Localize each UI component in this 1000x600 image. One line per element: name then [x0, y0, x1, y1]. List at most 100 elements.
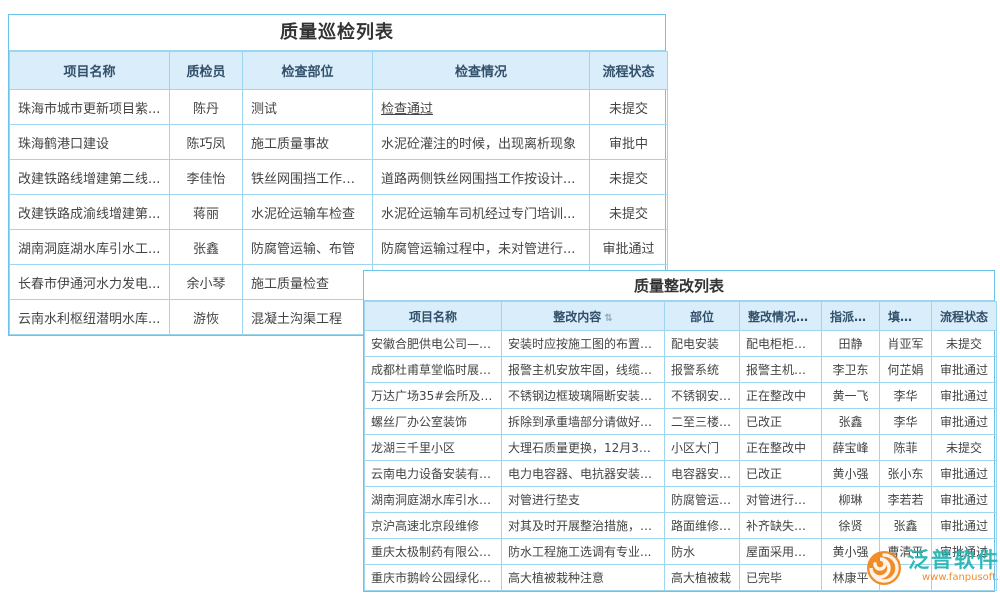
header-rectification-content[interactable]: 整改内容⇅ [502, 302, 665, 331]
reporter-name-link[interactable]: 张小东 [880, 461, 932, 487]
inspection-list-title: 质量巡检列表 [9, 15, 665, 51]
rectification-content-cell: 对其及时开展整治措施，桥头... [502, 513, 665, 539]
project-name-link[interactable]: 螺丝厂办公室装饰 [365, 409, 502, 435]
rectification-content-cell: 报警主机安放牢固，线缆连接... [502, 357, 665, 383]
feedback-cell: 配电柜柜体与... [740, 331, 822, 357]
brand-name: 泛普软件 [908, 548, 1000, 572]
status-text: 审批通过 [932, 487, 997, 513]
assignee-name-link[interactable]: 黄小强 [822, 461, 880, 487]
header-feedback: 整改情况反馈 [740, 302, 822, 331]
inspector-name-link[interactable]: 李佳怡 [170, 160, 243, 195]
rectification-content-cell: 安装时应按施工图的布置，将... [502, 331, 665, 357]
assignee-name-link[interactable]: 田静 [822, 331, 880, 357]
table-row: 湖南洞庭湖水库引水工...张鑫防腐管运输、布管防腐管运输过程中，未对管进行...… [10, 230, 668, 265]
reporter-name-link[interactable]: 李若若 [880, 487, 932, 513]
rectification-list-title: 质量整改列表 [364, 271, 994, 301]
feedback-cell: 正在整改中 [740, 383, 822, 409]
feedback-cell: 正在整改中 [740, 435, 822, 461]
header-part: 部位 [665, 302, 740, 331]
table-row: 云南电力设备安装有限公司20...电力电容器、电抗器安装方案...电容器安装..… [365, 461, 997, 487]
assignee-name-link[interactable]: 黄一飞 [822, 383, 880, 409]
assignee-name-link[interactable]: 张鑫 [822, 409, 880, 435]
rectification-list-panel: 质量整改列表 项目名称 整改内容⇅ 部位 整改情况反馈 指派人员 填报人 流程状… [363, 270, 995, 592]
header-project-name: 项目名称 [10, 52, 170, 90]
rectification-content-cell: 电力电容器、电抗器安装方案... [502, 461, 665, 487]
project-name-link[interactable]: 长春市伊通河水力发电... [10, 265, 170, 300]
status-text: 审批通过 [932, 409, 997, 435]
inspection-part-cell: 铁丝网围挡工作检查 [243, 160, 373, 195]
project-name-link[interactable]: 云南水利枢纽潜明水库... [10, 300, 170, 335]
status-text: 未提交 [590, 90, 668, 125]
inspection-part-cell: 测试 [243, 90, 373, 125]
inspector-name-link[interactable]: 蒋丽 [170, 195, 243, 230]
project-name-link[interactable]: 湖南洞庭湖水库引水工... [10, 230, 170, 265]
part-cell: 配电安装 [665, 331, 740, 357]
header-inspection-situation: 检查情况 [373, 52, 590, 90]
header-inspection-part: 检查部位 [243, 52, 373, 90]
inspection-part-cell: 混凝土沟渠工程 [243, 300, 373, 335]
rectification-content-cell: 高大植被栽种注意 [502, 565, 665, 591]
project-name-link[interactable]: 重庆市鹅岭公园绿化景观提升... [365, 565, 502, 591]
project-name-link[interactable]: 珠海市城市更新项目紫... [10, 90, 170, 125]
header-flow-status: 流程状态 [590, 52, 668, 90]
assignee-name-link[interactable]: 薛宝峰 [822, 435, 880, 461]
inspector-name-link[interactable]: 余小琴 [170, 265, 243, 300]
table-row: 成都杜甫草堂临时展厅及独立展...报警主机安放牢固，线缆连接...报警系统报警主… [365, 357, 997, 383]
status-text: 审批通过 [590, 230, 668, 265]
sort-icon[interactable]: ⇅ [604, 313, 612, 324]
feedback-cell: 已改正 [740, 409, 822, 435]
inspection-situation-cell: 道路两侧铁丝网围挡工作按设计... [373, 160, 590, 195]
brand-url: www.fanpusoft.com [922, 572, 1000, 584]
reporter-name-link[interactable]: 何芷娟 [880, 357, 932, 383]
status-text: 审批通过 [932, 461, 997, 487]
table-row: 改建铁路线增建第二线...李佳怡铁丝网围挡工作检查道路两侧铁丝网围挡工作按设计.… [10, 160, 668, 195]
inspector-name-link[interactable]: 张鑫 [170, 230, 243, 265]
part-cell: 防腐管运输... [665, 487, 740, 513]
part-cell: 小区大门 [665, 435, 740, 461]
project-name-link[interactable]: 京沪高速北京段维修 [365, 513, 502, 539]
reporter-name-link[interactable]: 陈菲 [880, 435, 932, 461]
reporter-name-link[interactable]: 肖亚军 [880, 331, 932, 357]
inspection-situation-cell: 水泥砼灌注的时候，出现离析现象 [373, 125, 590, 160]
inspector-name-link[interactable]: 游恢 [170, 300, 243, 335]
assignee-name-link[interactable]: 柳琳 [822, 487, 880, 513]
inspection-part-cell: 施工质量事故 [243, 125, 373, 160]
table-row: 万达广场35#会所及咖啡厅空...不锈钢边框玻璃隔断安装不平...不锈钢安装..… [365, 383, 997, 409]
project-name-link[interactable]: 改建铁路线增建第二线... [10, 160, 170, 195]
rectification-table-head: 项目名称 整改内容⇅ 部位 整改情况反馈 指派人员 填报人 流程状态 [365, 302, 997, 331]
header-row: 项目名称 质检员 检查部位 检查情况 流程状态 [10, 52, 668, 90]
project-name-link[interactable]: 万达广场35#会所及咖啡厅空... [365, 383, 502, 409]
reporter-name-link[interactable]: 李华 [880, 409, 932, 435]
table-row: 京沪高速北京段维修对其及时开展整治措施，桥头...路面维修检...补齐缺失标志.… [365, 513, 997, 539]
project-name-link[interactable]: 成都杜甫草堂临时展厅及独立展... [365, 357, 502, 383]
project-name-link[interactable]: 改建铁路成渝线增建第... [10, 195, 170, 230]
inspector-name-link[interactable]: 陈巧凤 [170, 125, 243, 160]
header-reporter: 填报人 [880, 302, 932, 331]
project-name-link[interactable]: 湖南洞庭湖水库引水工程施工标 [365, 487, 502, 513]
inspection-situation-cell: 检查通过 [373, 90, 590, 125]
project-name-link[interactable]: 安徽合肥供电公司—配电设备... [365, 331, 502, 357]
table-row: 安徽合肥供电公司—配电设备...安装时应按施工图的布置，将...配电安装配电柜柜… [365, 331, 997, 357]
reporter-name-link[interactable]: 李华 [880, 383, 932, 409]
rectification-content-cell: 拆除到承重墙部分请做好加固... [502, 409, 665, 435]
reporter-name-link[interactable]: 张鑫 [880, 513, 932, 539]
inspection-part-cell: 防腐管运输、布管 [243, 230, 373, 265]
part-cell: 二至三楼混... [665, 409, 740, 435]
inspection-situation-cell: 防腐管运输过程中，未对管进行... [373, 230, 590, 265]
status-text: 审批通过 [932, 357, 997, 383]
feedback-cell: 已完毕 [740, 565, 822, 591]
status-text: 审批通过 [932, 513, 997, 539]
project-name-link[interactable]: 云南电力设备安装有限公司20... [365, 461, 502, 487]
inspection-part-cell: 水泥砼运输车检查 [243, 195, 373, 230]
inspector-name-link[interactable]: 陈丹 [170, 90, 243, 125]
project-name-link[interactable]: 珠海鹤港口建设 [10, 125, 170, 160]
inspection-part-cell: 施工质量检查 [243, 265, 373, 300]
inspection-table-head: 项目名称 质检员 检查部位 检查情况 流程状态 [10, 52, 668, 90]
project-name-link[interactable]: 龙湖三千里小区 [365, 435, 502, 461]
assignee-name-link[interactable]: 李卫东 [822, 357, 880, 383]
part-cell: 不锈钢安装... [665, 383, 740, 409]
assignee-name-link[interactable]: 徐贤 [822, 513, 880, 539]
rectification-content-cell: 不锈钢边框玻璃隔断安装不平... [502, 383, 665, 409]
project-name-link[interactable]: 重庆太极制药有限公司亳州中... [365, 539, 502, 565]
status-text: 未提交 [590, 195, 668, 230]
